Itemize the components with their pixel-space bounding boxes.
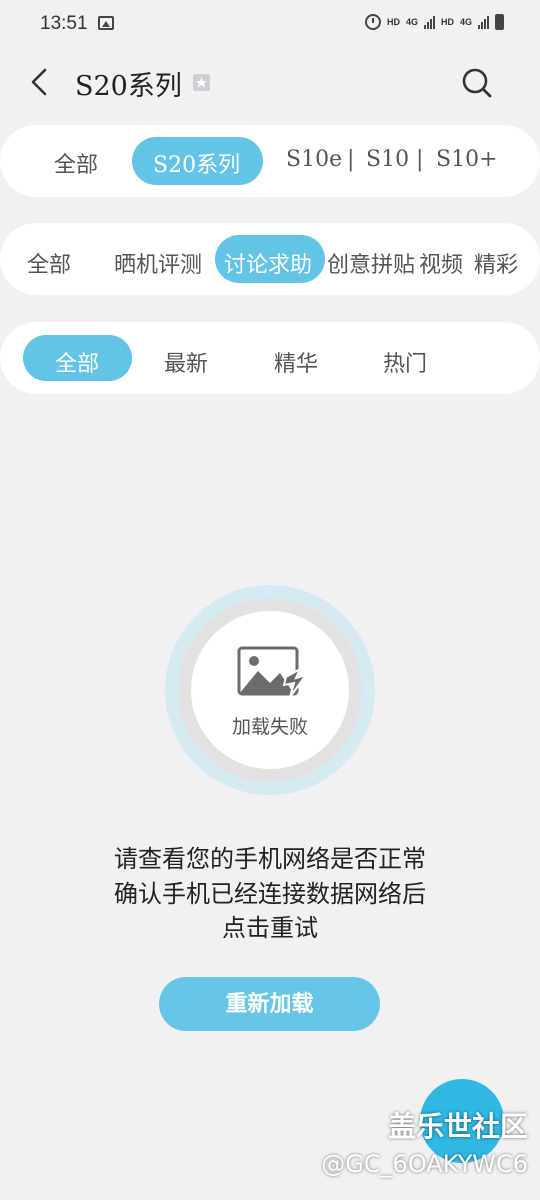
series-tab-divider-1: | xyxy=(347,147,355,172)
series-tab-s10[interactable]: S10 xyxy=(366,147,409,172)
favorite-button[interactable] xyxy=(193,74,210,91)
category-tab-collage[interactable]: 创意拼贴 xyxy=(327,247,415,279)
chevron-left-icon xyxy=(31,68,47,96)
gallery-notification-icon xyxy=(98,16,114,30)
status-indicators: HD 4G HD 4G xyxy=(364,14,504,30)
series-tab-all[interactable]: 全部 xyxy=(54,147,98,179)
category-tab-video[interactable]: 视频 xyxy=(419,247,463,279)
sort-tab-hot[interactable]: 热门 xyxy=(383,346,427,378)
category-tab-discussion[interactable]: 讨论求助 xyxy=(224,247,312,279)
signal-icon-1 xyxy=(423,15,435,29)
category-tab-featured[interactable]: 精彩 xyxy=(474,247,518,279)
hd-label-1: HD xyxy=(386,17,400,27)
watermark-brand: 盖乐世社区 xyxy=(387,1110,528,1143)
network-type-1: 4G xyxy=(405,17,418,27)
series-tab-s10plus[interactable]: S10+ xyxy=(436,147,498,172)
series-tab-divider-2: | xyxy=(416,147,424,172)
network-type-2: 4G xyxy=(459,17,472,27)
back-button[interactable] xyxy=(24,64,60,100)
sort-tab-latest[interactable]: 最新 xyxy=(164,346,208,378)
status-time: 13:51 xyxy=(40,13,88,34)
battery-icon xyxy=(495,14,504,30)
status-bar: 13:51 HD 4G HD 4G xyxy=(0,0,540,50)
error-message-line-1: 请查看您的手机网络是否正常 xyxy=(114,845,426,873)
search-button[interactable] xyxy=(458,64,496,102)
page-title: S20系列 xyxy=(75,71,182,102)
broken-image-icon xyxy=(236,645,312,703)
category-tab-review[interactable]: 晒机评测 xyxy=(114,247,202,279)
category-tab-all[interactable]: 全部 xyxy=(27,247,71,279)
hd-label-2: HD xyxy=(440,17,454,27)
search-icon xyxy=(462,68,492,98)
alarm-icon xyxy=(364,14,381,30)
app-header: S20系列 xyxy=(0,52,540,112)
series-tab-s10e[interactable]: S10e xyxy=(286,147,342,172)
error-message-line-2: 确认手机已经连接数据网络后 xyxy=(114,880,426,908)
signal-icon-2 xyxy=(478,15,489,29)
star-bookmark-icon xyxy=(196,77,207,88)
load-failed-label: 加载失败 xyxy=(231,717,308,738)
series-tab-s20[interactable]: S20系列 xyxy=(153,147,240,179)
category-tab-bar: 全部 晒机评测 讨论求助 创意拼贴 视频 精彩 xyxy=(0,223,540,295)
reload-button[interactable]: 重新加载 xyxy=(159,977,380,1031)
watermark-user: @GC_6OAKYWC6 xyxy=(321,1150,528,1178)
sort-tab-essence[interactable]: 精华 xyxy=(274,346,318,378)
error-message-line-3: 点击重试 xyxy=(222,914,318,942)
sort-tab-bar: 全部 最新 精华 热门 xyxy=(0,322,540,394)
sort-tab-all[interactable]: 全部 xyxy=(55,346,99,378)
series-tab-bar: 全部 S20系列 S10e | S10 | S10+ xyxy=(0,125,540,197)
